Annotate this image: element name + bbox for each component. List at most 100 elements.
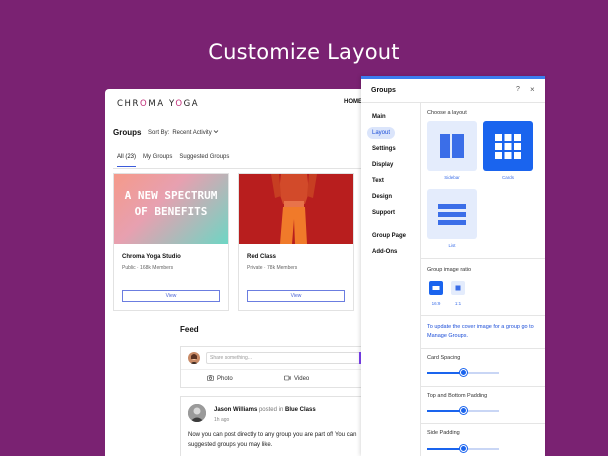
feed-heading: Feed xyxy=(180,325,199,334)
video-icon xyxy=(284,375,291,383)
card-spacing-label: Card Spacing xyxy=(427,355,461,361)
panel-content: Choose a layout Sidebar Cards List Group… xyxy=(421,103,545,456)
group-name: Red Class xyxy=(247,254,277,260)
ratio-label: Group image ratio xyxy=(427,267,472,273)
view-button[interactable]: View xyxy=(122,290,220,302)
banner-line-1: A NEW SPECTRUM xyxy=(124,189,218,202)
choose-layout-label: Choose a layout xyxy=(427,110,467,116)
tabs-divider xyxy=(113,168,375,169)
ratio-1-1-icon xyxy=(455,285,461,291)
post-author[interactable]: Jason Williams xyxy=(214,407,257,413)
chevron-down-icon xyxy=(213,130,219,136)
layout-sidebar-label: Sidebar xyxy=(444,175,460,180)
group-cover-image xyxy=(239,174,353,244)
group-card[interactable]: Red Class Private · 78k Members View xyxy=(238,173,354,311)
slider-handle[interactable] xyxy=(459,369,467,376)
sidebar-layout-icon xyxy=(440,134,464,158)
ratio-16-9-icon xyxy=(432,286,440,290)
athlete-figure xyxy=(271,174,317,244)
nav-layout[interactable]: Layout xyxy=(367,127,396,139)
close-icon[interactable]: × xyxy=(530,85,535,94)
group-meta: Public · 168k Members xyxy=(122,265,174,271)
composer-divider xyxy=(181,369,375,370)
logo-text-3: MA Y xyxy=(148,99,176,109)
slider-fill xyxy=(427,372,463,374)
post-time: 1h ago xyxy=(214,417,230,423)
nav-add-ons[interactable]: Add-Ons xyxy=(367,246,402,258)
layout-cards-option[interactable] xyxy=(483,121,533,171)
group-card[interactable]: A NEW SPECTRUM OF BENEFITS Chroma Yoga S… xyxy=(113,173,229,311)
post-group[interactable]: Blue Class xyxy=(285,407,316,413)
group-name: Chroma Yoga Studio xyxy=(122,254,181,260)
headline: Customize Layout xyxy=(208,40,400,64)
tab-suggested-groups[interactable]: Suggested Groups xyxy=(179,154,229,167)
post-body-line-1: Now you can post directly to any group y… xyxy=(188,432,357,438)
slider-fill xyxy=(427,410,463,412)
top-bottom-padding-slider[interactable] xyxy=(427,407,499,414)
section-divider xyxy=(421,348,545,349)
layout-list-label: List xyxy=(448,243,456,248)
cards-layout-icon xyxy=(495,134,521,159)
photo-button[interactable]: Photo xyxy=(207,375,233,383)
slider-handle[interactable] xyxy=(459,445,467,452)
group-meta: Private · 78k Members xyxy=(247,265,298,271)
post-author-line: Jason Williams posted in Blue Class xyxy=(214,407,316,413)
logo-text-1: CHR xyxy=(117,99,141,109)
video-label: Video xyxy=(294,376,310,382)
panel-title: Groups xyxy=(371,87,396,94)
nav-group-page[interactable]: Group Page xyxy=(367,230,411,242)
post-body-line-2: suggested groups you may like. xyxy=(188,442,273,448)
cover-image-note: To update the cover image for a group go… xyxy=(427,323,543,341)
posted-in-text: posted in xyxy=(258,407,284,413)
sort-value: Recent Activity xyxy=(172,130,212,136)
slider-fill xyxy=(427,448,463,450)
nav-text[interactable]: Text xyxy=(367,175,389,187)
layout-list-option[interactable] xyxy=(427,189,477,239)
groups-heading: Groups xyxy=(113,128,142,137)
help-icon[interactable]: ? xyxy=(516,86,520,93)
nav-home-link[interactable]: HOME xyxy=(344,99,362,105)
layout-sidebar-option[interactable] xyxy=(427,121,477,171)
logo-text-5: GA xyxy=(183,99,200,109)
feed-post: Jason Williams posted in Blue Class 1h a… xyxy=(180,396,375,456)
post-composer: Share something... Photo Video xyxy=(180,346,375,388)
site-preview: CHROMA YOGA HOME Groups Sort By: Recent A… xyxy=(105,89,375,456)
sort-dropdown[interactable]: Sort By: Recent Activity xyxy=(148,129,219,136)
logo-text-4: O xyxy=(175,99,184,109)
nav-design[interactable]: Design xyxy=(367,191,397,203)
nav-settings[interactable]: Settings xyxy=(367,143,401,155)
manage-groups-link[interactable]: Manage Groups. xyxy=(427,333,468,339)
video-button[interactable]: Video xyxy=(284,375,309,383)
ratio-1-1-label: 1:1 xyxy=(454,301,462,306)
section-divider xyxy=(421,258,545,259)
tab-my-groups[interactable]: My Groups xyxy=(143,154,172,167)
camera-icon xyxy=(207,375,214,383)
slider-handle[interactable] xyxy=(459,407,467,414)
post-body: Now you can post directly to any group y… xyxy=(188,430,375,450)
tab-all[interactable]: All (23) xyxy=(117,154,137,167)
section-divider xyxy=(421,423,545,424)
cover-banner-text: A NEW SPECTRUM OF BENEFITS xyxy=(114,188,228,220)
nav-main[interactable]: Main xyxy=(367,111,391,123)
card-spacing-slider[interactable] xyxy=(427,369,499,376)
note-text: To update the cover image for a group go… xyxy=(427,324,534,330)
top-bottom-padding-label: Top and Bottom Padding xyxy=(427,393,488,399)
share-input[interactable]: Share something... xyxy=(206,352,366,364)
side-padding-label: Side Padding xyxy=(427,430,460,436)
section-divider xyxy=(421,315,545,316)
nav-support[interactable]: Support xyxy=(367,207,400,219)
settings-panel: Groups ? × Main Layout Settings Display … xyxy=(361,76,545,456)
layout-cards-label: Cards xyxy=(501,175,514,180)
side-padding-slider[interactable] xyxy=(427,445,499,452)
sort-label: Sort By: xyxy=(148,130,170,136)
photo-label: Photo xyxy=(217,376,233,382)
banner-line-2: OF BENEFITS xyxy=(134,205,208,218)
nav-display[interactable]: Display xyxy=(367,159,398,171)
panel-header: Groups ? × xyxy=(361,79,545,103)
site-logo[interactable]: CHROMA YOGA xyxy=(117,99,199,109)
ratio-16-9-option[interactable] xyxy=(429,281,443,295)
ratio-1-1-option[interactable] xyxy=(451,281,465,295)
group-tabs: All (23) My Groups Suggested Groups xyxy=(117,154,229,167)
view-button[interactable]: View xyxy=(247,290,345,302)
panel-nav: Main Layout Settings Display Text Design… xyxy=(361,103,421,456)
